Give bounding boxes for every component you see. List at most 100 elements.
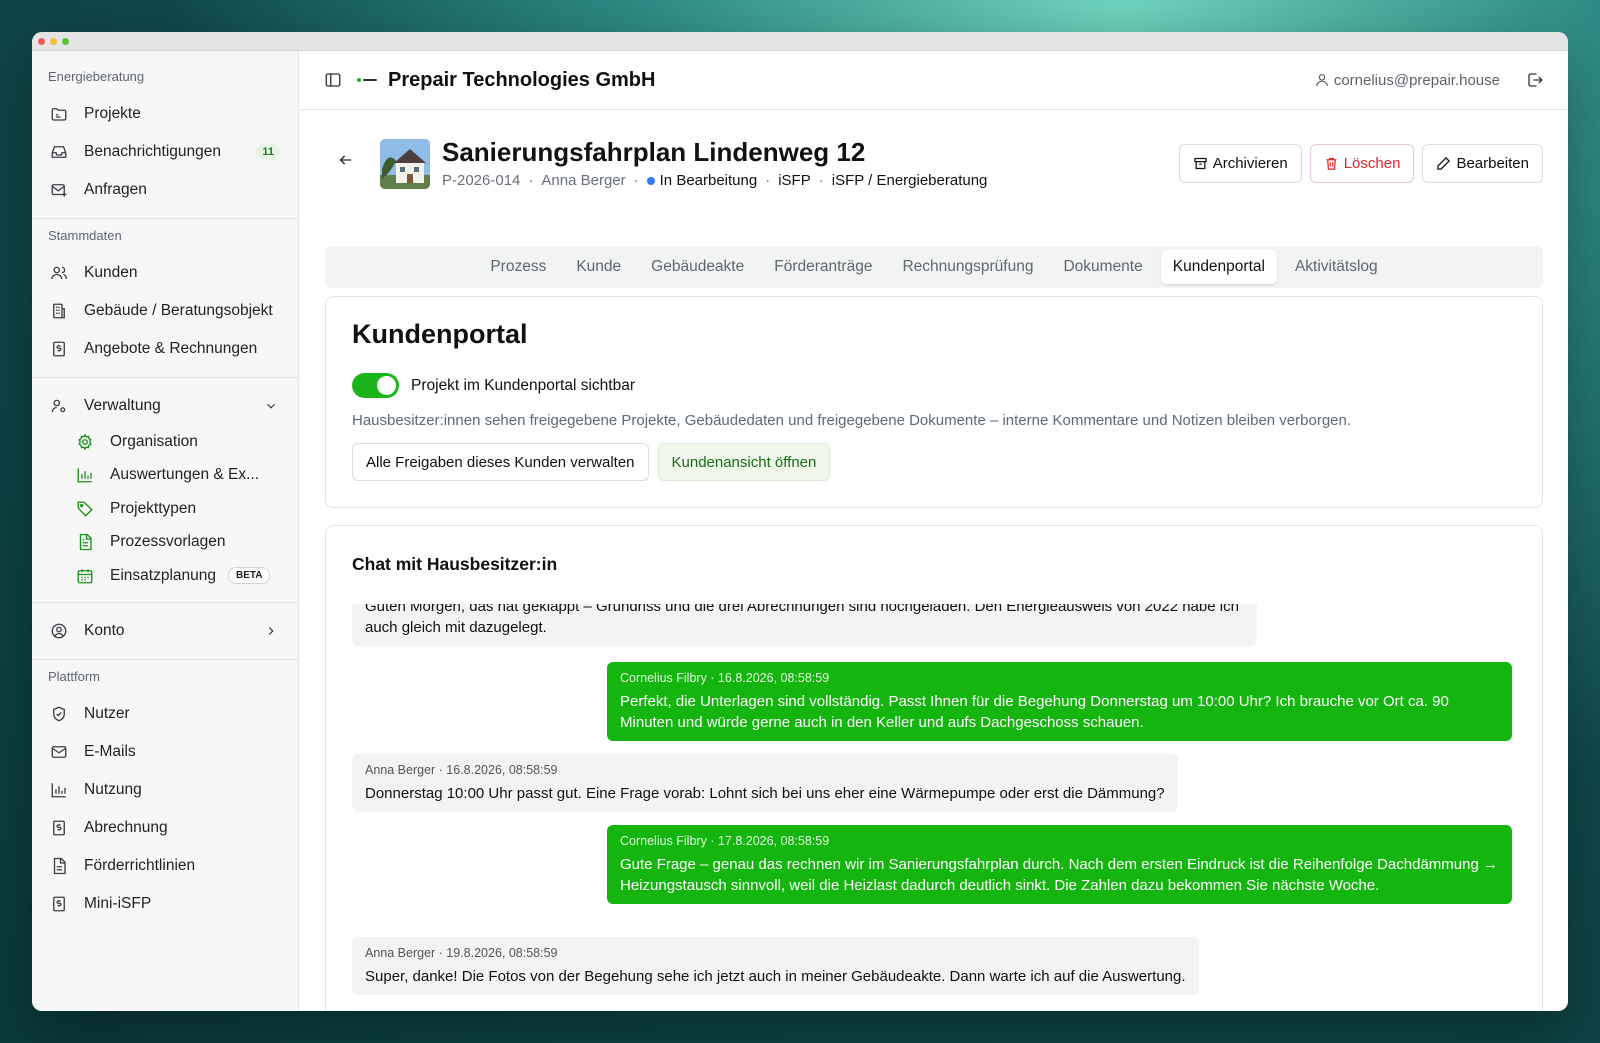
shield-icon [50, 705, 68, 723]
meta-separator: · [818, 172, 824, 189]
sidebar-divider [32, 377, 298, 378]
delete-button[interactable]: Löschen [1309, 144, 1415, 183]
close-window-button[interactable] [38, 37, 45, 45]
file-text-icon [50, 857, 68, 875]
inbox-icon [50, 143, 68, 161]
top-bar: Prepair Technologies GmbH cornelius@prep… [300, 51, 1568, 110]
receipt-icon [50, 895, 68, 913]
tab-kundenportal[interactable]: Kundenportal [1160, 250, 1277, 284]
chat-title: Chat mit Hausbesitzer:in [352, 554, 558, 574]
sidebar-item-mini-isfp[interactable]: Mini-iSFP [48, 885, 282, 923]
sidebar-item-anfragen[interactable]: Anfragen [48, 171, 282, 209]
kundenportal-card: Kundenportal Projekt im Kundenportal sic… [325, 296, 1543, 508]
sidebar-item-benachrichtigungen[interactable]: Benachrichtigungen 11 [48, 133, 282, 171]
chevron-right-icon[interactable] [264, 624, 278, 638]
maximize-window-button[interactable] [62, 37, 69, 45]
sidebar-item-label: Nutzer [84, 704, 130, 722]
message-text: Super, danke! Die Fotos von der Begehung… [365, 968, 1186, 985]
chat-message: Cornelius Filbry · 16.8.2026, 08:58:59 P… [607, 662, 1512, 741]
receipt-icon [50, 340, 68, 358]
project-status: In Bearbeitung [659, 172, 758, 189]
tab-gebaeudeakte[interactable]: Gebäudeakte [639, 250, 756, 284]
gear-icon [76, 433, 94, 451]
window-titlebar [32, 32, 1568, 51]
project-type: iSFP [778, 172, 811, 189]
chevron-down-icon[interactable] [264, 399, 278, 413]
chat-message: Cornelius Filbry · 17.8.2026, 08:58:59 G… [607, 825, 1512, 904]
bar-chart-icon [76, 466, 94, 484]
message-sender: Cornelius Filbry · 16.8.2026, 08:58:59 [620, 671, 830, 685]
archive-button[interactable]: Archivieren [1178, 144, 1302, 183]
message-sender: Cornelius Filbry · 17.8.2026, 08:58:59 [620, 834, 830, 848]
sidebar-item-foerderrichtlinien[interactable]: Förderrichtlinien [48, 847, 282, 885]
status-dot-icon [646, 176, 655, 185]
sidebar-item-organisation[interactable]: Organisation [74, 425, 282, 459]
sidebar-item-einsatzplanung[interactable]: Einsatzplanung BETA [74, 559, 282, 593]
receipt-icon [50, 819, 68, 837]
sidebar-item-nutzung[interactable]: Nutzung [48, 771, 282, 809]
delete-label: Löschen [1343, 155, 1401, 172]
sidebar-item-prozessvorlagen[interactable]: Prozessvorlagen [74, 526, 282, 560]
sidebar-item-gebaeude[interactable]: Gebäude / Beratungsobjekt [48, 292, 282, 330]
calendar-icon [76, 567, 94, 585]
user-account[interactable]: cornelius@prepair.house [1314, 72, 1500, 89]
back-arrow-icon[interactable] [338, 152, 354, 168]
company-name: Prepair Technologies GmbH [388, 68, 656, 91]
logout-icon[interactable] [1526, 71, 1544, 89]
file-text-icon [76, 533, 94, 551]
beta-badge: BETA [228, 567, 271, 585]
app-window: Energieberatung Projekte Benachrichtigun… [32, 32, 1568, 1011]
sidebar-section-stammdaten: Stammdaten [48, 228, 122, 243]
open-customer-view-button[interactable]: Kundenansicht öffnen [657, 443, 831, 481]
edit-label: Bearbeiten [1456, 155, 1529, 172]
project-client: Anna Berger [541, 172, 626, 189]
sidebar-toggle-icon[interactable] [324, 71, 342, 89]
sidebar-item-auswertungen[interactable]: Auswertungen & Ex... [74, 459, 282, 493]
folder-icon [50, 105, 68, 123]
portal-visibility-toggle[interactable] [352, 373, 399, 398]
chat-card: Chat mit Hausbesitzer:in Guten Morgen, d… [325, 525, 1543, 1011]
tab-dokumente[interactable]: Dokumente [1051, 250, 1154, 284]
bar-chart-icon [50, 781, 68, 799]
sidebar-item-label: Angebote & Rechnungen [84, 340, 258, 357]
edit-button[interactable]: Bearbeiten [1422, 144, 1543, 183]
user-circle-icon [50, 622, 68, 640]
minimize-window-button[interactable] [50, 37, 57, 45]
manage-shares-button[interactable]: Alle Freigaben dieses Kunden verwalten [352, 443, 649, 481]
sidebar-item-projekte[interactable]: Projekte [48, 95, 282, 133]
sidebar-item-verwaltung[interactable]: Verwaltung [48, 387, 282, 425]
user-icon [1315, 74, 1328, 87]
meta-separator: · [633, 172, 639, 189]
sidebar-item-konto[interactable]: Konto [48, 612, 282, 650]
sidebar-item-projekttypen[interactable]: Projekttypen [74, 492, 282, 526]
mail-plus-icon [50, 181, 68, 199]
chat-messages[interactable]: Guten Morgen, das hat geklappt – Grundri… [352, 604, 1512, 1011]
trash-icon [1326, 157, 1337, 170]
sidebar: Energieberatung Projekte Benachrichtigun… [32, 51, 299, 1011]
sidebar-item-label: Konto [84, 621, 125, 639]
archive-label: Archivieren [1212, 155, 1288, 172]
sidebar-item-emails[interactable]: E-Mails [48, 733, 282, 771]
tab-prozess[interactable]: Prozess [478, 250, 558, 284]
sidebar-item-label: Prozessvorlagen [110, 533, 226, 551]
sidebar-item-kunden[interactable]: Kunden [48, 254, 282, 292]
tab-kunde[interactable]: Kunde [564, 250, 633, 284]
sidebar-item-angebote[interactable]: Angebote & Rechnungen [48, 330, 282, 368]
sidebar-divider [32, 658, 298, 660]
archive-icon [1193, 157, 1207, 170]
sidebar-item-nutzer[interactable]: Nutzer [48, 695, 282, 733]
tab-aktivitaetslog[interactable]: Aktivitätslog [1283, 250, 1390, 284]
message-sender: Anna Berger · 16.8.2026, 08:58:59 [365, 763, 558, 777]
sidebar-item-abrechnung[interactable]: Abrechnung [48, 809, 282, 847]
section-heading: Kundenportal [352, 319, 528, 349]
sidebar-item-label: Auswertungen & Ex... [110, 466, 260, 484]
tab-foerderantraege[interactable]: Förderanträge [762, 250, 884, 284]
sidebar-item-label: Nutzung [84, 780, 142, 798]
user-cog-icon [50, 397, 68, 415]
sidebar-section-energieberatung: Energieberatung [48, 69, 145, 84]
sidebar-item-label: Projekttypen [110, 499, 197, 517]
sidebar-item-label: Förderrichtlinien [84, 856, 196, 874]
tab-rechnungspruefung[interactable]: Rechnungsprüfung [890, 250, 1045, 284]
sidebar-item-label: Anfragen [84, 181, 147, 198]
project-tabs: Prozess Kunde Gebäudeakte Förderanträge … [325, 246, 1543, 288]
